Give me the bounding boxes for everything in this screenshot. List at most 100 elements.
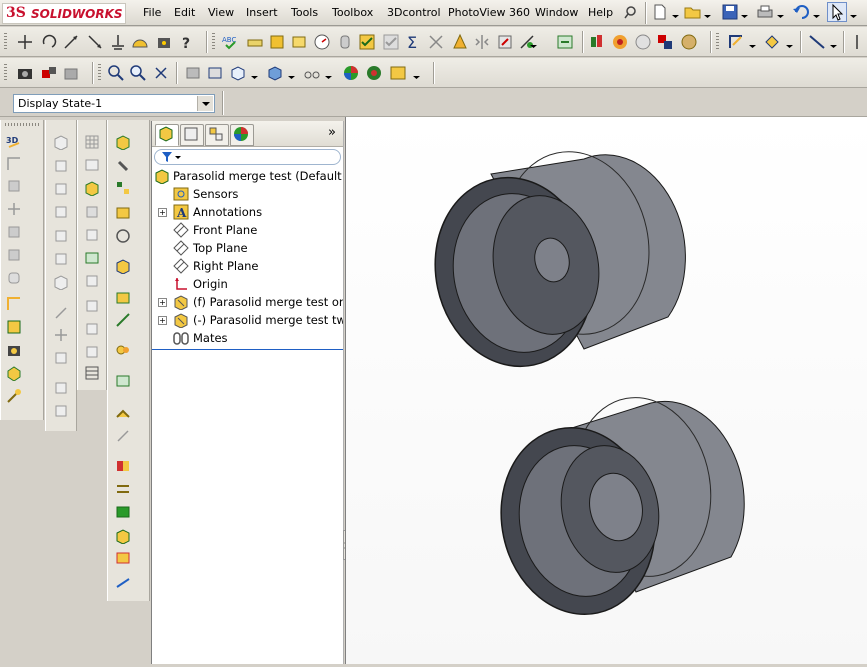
box-front-icon[interactable]	[53, 158, 69, 174]
equations-icon[interactable]: Σ	[404, 33, 422, 52]
menu-tools[interactable]: Tools	[291, 6, 318, 19]
display-style-icon[interactable]	[266, 64, 284, 82]
exploded-view-icon[interactable]	[115, 405, 131, 421]
performance-evaluation-icon[interactable]	[313, 33, 331, 51]
extruded-boss-icon[interactable]	[6, 178, 22, 194]
tree-item-top-plane[interactable]: Top Plane	[152, 239, 343, 257]
centerline-icon[interactable]	[848, 33, 866, 51]
check-icon[interactable]	[358, 33, 376, 51]
chevron-down-icon[interactable]	[749, 39, 756, 48]
hole-table-icon[interactable]	[84, 298, 100, 314]
rollback-bar[interactable]	[152, 349, 343, 350]
general-table-icon[interactable]	[84, 365, 100, 381]
tab-display-manager[interactable]	[230, 124, 254, 146]
new-motion-study-icon[interactable]	[115, 342, 131, 358]
undo-icon[interactable]	[792, 3, 810, 21]
smart-fastener-icon[interactable]	[62, 33, 80, 51]
fillet-icon[interactable]	[6, 224, 22, 240]
tab-configuration-manager[interactable]	[205, 124, 229, 146]
chevron-down-icon[interactable]	[704, 9, 711, 18]
bom-icon[interactable]	[84, 250, 100, 266]
scene-icon[interactable]	[40, 64, 58, 82]
section-view-icon[interactable]	[184, 64, 202, 82]
draft-analysis-icon[interactable]	[427, 33, 445, 51]
hole-series-icon[interactable]	[131, 33, 149, 51]
tree-item-part-one[interactable]: + (f) Parasolid merge test one<1>	[152, 293, 343, 311]
chevron-down-icon[interactable]	[830, 39, 837, 48]
text-icon[interactable]	[84, 227, 100, 243]
camera-small-icon[interactable]	[6, 342, 22, 358]
solidworks-logo[interactable]: 3S SOLIDWORKS	[2, 3, 126, 24]
sketch-icon[interactable]	[727, 33, 745, 51]
check-disabled-icon[interactable]	[382, 33, 400, 51]
sketch-rect-icon[interactable]	[6, 319, 22, 335]
line-icon[interactable]	[808, 33, 826, 51]
rotate-component-icon[interactable]	[40, 33, 58, 51]
chamfer-icon[interactable]	[6, 247, 22, 263]
chevron-down-icon[interactable]	[813, 9, 820, 18]
tree-item-mates[interactable]: Mates	[152, 329, 343, 347]
chevron-down-icon[interactable]	[413, 70, 420, 79]
menu-photoview[interactable]: PhotoView 360	[448, 6, 530, 19]
3d-sketch-icon[interactable]: 3D	[6, 133, 22, 149]
box-right-icon[interactable]	[53, 204, 69, 220]
zoom-area-icon[interactable]	[129, 64, 147, 82]
interference-detection-icon[interactable]	[336, 33, 354, 51]
explode-line-icon[interactable]	[86, 33, 104, 51]
smart-fasteners-icon[interactable]	[115, 205, 131, 221]
mate-icon[interactable]	[115, 158, 131, 174]
reference-geometry-icon[interactable]	[6, 201, 22, 217]
smart-dimension-icon[interactable]	[763, 33, 781, 51]
collapse-panel-icon[interactable]: »	[328, 125, 336, 140]
part-one-model[interactable]	[418, 138, 686, 381]
chevron-down-icon[interactable]	[850, 9, 857, 18]
sketch-slot-icon[interactable]	[53, 304, 69, 320]
menu-insert[interactable]: Insert	[246, 6, 278, 19]
new-document-icon[interactable]	[651, 3, 669, 21]
curvature-icon[interactable]	[611, 33, 629, 51]
menu-window[interactable]: Window	[535, 6, 578, 19]
chevron-down-icon[interactable]	[197, 96, 213, 111]
graphics-area[interactable]	[345, 117, 867, 664]
menu-edit[interactable]: Edit	[174, 6, 195, 19]
explode-line-sketch-icon[interactable]	[115, 428, 131, 444]
tree-filter-input[interactable]	[154, 149, 341, 165]
import-diagnostics-icon[interactable]	[556, 33, 574, 51]
camera-icon[interactable]	[16, 64, 34, 82]
performance-icon[interactable]	[115, 550, 131, 566]
revision-table-icon[interactable]	[84, 344, 100, 360]
menu-3dcontrol[interactable]: 3Dcontrol	[387, 6, 441, 19]
spell-check-icon[interactable]: ABC	[222, 33, 240, 51]
sketch-plane-icon[interactable]	[6, 156, 22, 172]
chevron-down-icon[interactable]	[325, 70, 332, 79]
help-icon[interactable]: ?	[177, 33, 195, 52]
tree-root-assembly[interactable]: Parasolid merge test (Default<Display St…	[152, 167, 343, 185]
pin-icon[interactable]	[623, 4, 639, 20]
edit-appearance-icon[interactable]	[342, 64, 360, 82]
measure-icon[interactable]	[246, 33, 264, 51]
render-tools-icon[interactable]	[680, 33, 698, 51]
reference-geometry-v-icon[interactable]	[115, 312, 131, 328]
menu-file[interactable]: File	[143, 6, 161, 19]
chevron-down-icon[interactable]	[741, 9, 748, 18]
smart-dimension-vertical-icon[interactable]	[6, 296, 22, 312]
chevron-down-icon[interactable]	[251, 70, 258, 79]
box-top-icon[interactable]	[53, 181, 69, 197]
sketch-mirror-icon[interactable]	[53, 350, 69, 366]
weld-table-icon[interactable]	[84, 321, 100, 337]
tree-item-annotations[interactable]: + A Annotations	[152, 203, 343, 221]
hide-show-items-icon[interactable]	[303, 64, 321, 82]
box-dimetric-icon[interactable]	[53, 251, 69, 267]
linear-pattern-icon[interactable]	[115, 180, 131, 196]
material-icon[interactable]	[6, 365, 22, 382]
check-geometry-icon[interactable]	[634, 33, 652, 51]
move-component-icon[interactable]	[16, 33, 34, 51]
mate-reference-icon[interactable]	[109, 33, 127, 51]
tree-item-part-two[interactable]: + (-) Parasolid merge test two<1>	[152, 311, 343, 329]
assembly-xpert-icon[interactable]	[115, 575, 131, 591]
layer-icon[interactable]	[84, 273, 100, 289]
deviation-analysis-icon[interactable]	[496, 33, 514, 51]
assembly-visualization-icon[interactable]	[115, 528, 131, 545]
expand-icon[interactable]: +	[158, 208, 167, 217]
feature-statistics-icon[interactable]	[589, 33, 607, 51]
